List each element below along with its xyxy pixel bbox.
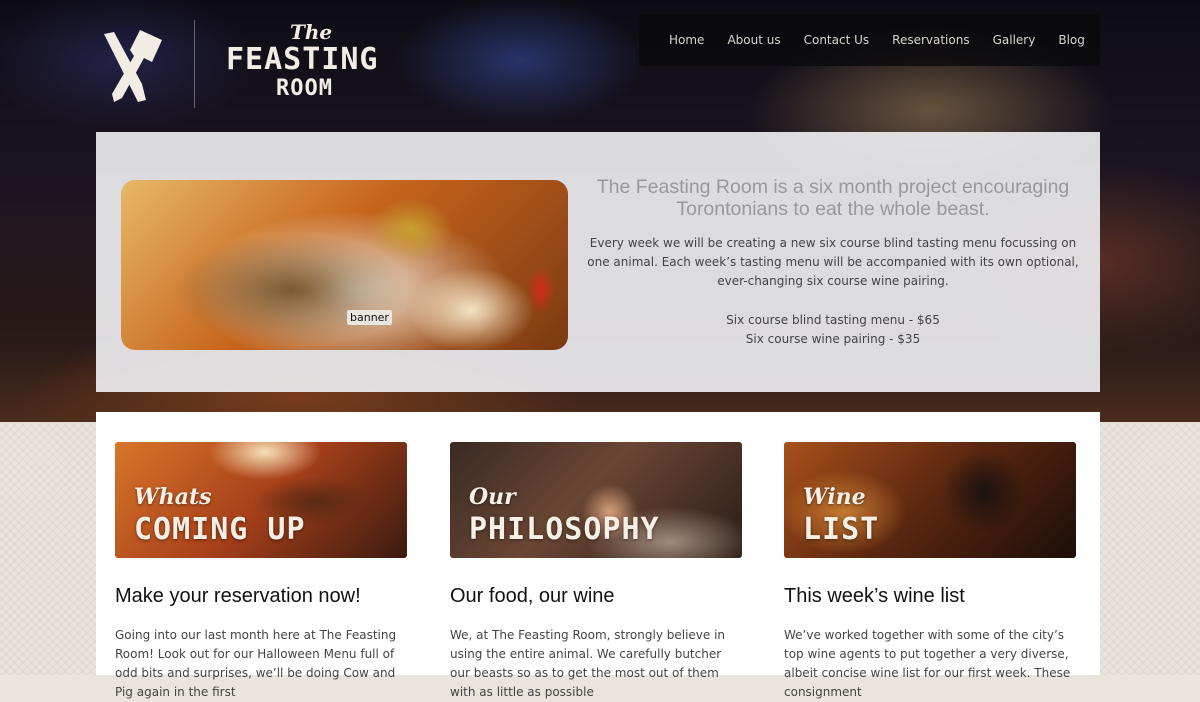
content-panel: Whats COMING UP Make your reservation no… (96, 412, 1100, 699)
wine-list-image-heading: LIST (803, 512, 880, 547)
main-nav: Home About us Contact Us Reservations Ga… (639, 14, 1100, 66)
logo-text-room: ROOM (276, 76, 333, 101)
price-tasting-menu: Six course blind tasting menu - $65 (726, 313, 940, 327)
cleaver-knife-icon (104, 30, 162, 102)
wine-list-image-script: Wine (803, 484, 866, 510)
philosophy-image-link[interactable]: Our PHILOSOPHY (450, 442, 742, 558)
banner-description: Every week we will be creating a new six… (587, 236, 1079, 288)
coming-up-image-link[interactable]: Whats COMING UP (115, 442, 407, 558)
card-wine-list: Wine LIST This week’s wine list We’ve wo… (784, 442, 1076, 702)
intro-banner: banner The Feasting Room is a six month … (96, 132, 1100, 392)
price-wine-pairing: Six course wine pairing - $35 (745, 332, 921, 346)
nav-about-us[interactable]: About us (727, 33, 780, 47)
card-title-food-wine[interactable]: Our food, our wine (450, 584, 742, 608)
nav-home[interactable]: Home (669, 33, 704, 47)
wine-list-image-link[interactable]: Wine LIST (784, 442, 1076, 558)
coming-up-image-script: Whats (134, 484, 212, 510)
philosophy-image-script: Our (469, 484, 516, 510)
logo-text-the: The (290, 20, 333, 44)
banner-image-tag: banner (347, 310, 392, 325)
card-title-reservation[interactable]: Make your reservation now! (115, 584, 407, 608)
logo-text-feasting: FEASTING (226, 42, 379, 77)
card-text-food-wine: We, at The Feasting Room, strongly belie… (450, 628, 726, 699)
nav-gallery[interactable]: Gallery (993, 33, 1036, 47)
site-logo[interactable]: The FEASTING ROOM (98, 20, 398, 112)
card-title-wine-list[interactable]: This week’s wine list (784, 584, 1076, 608)
price-list: Six course blind tasting menu - $65 Six … (582, 311, 1084, 349)
card-coming-up: Whats COMING UP Make your reservation no… (115, 442, 407, 702)
banner-food-image: banner (121, 180, 568, 350)
logo-divider (194, 20, 195, 108)
nav-blog[interactable]: Blog (1058, 33, 1085, 47)
card-text-reservation: Going into our last month here at The Fe… (115, 628, 397, 699)
banner-headline: The Feasting Room is a six month project… (596, 176, 1070, 220)
card-philosophy: Our PHILOSOPHY Our food, our wine We, at… (450, 442, 742, 702)
philosophy-image-heading: PHILOSOPHY (469, 512, 660, 547)
nav-contact-us[interactable]: Contact Us (804, 33, 870, 47)
nav-reservations[interactable]: Reservations (892, 33, 969, 47)
card-text-wine-list: We’ve worked together with some of the c… (784, 628, 1071, 699)
coming-up-image-heading: COMING UP (134, 512, 306, 547)
